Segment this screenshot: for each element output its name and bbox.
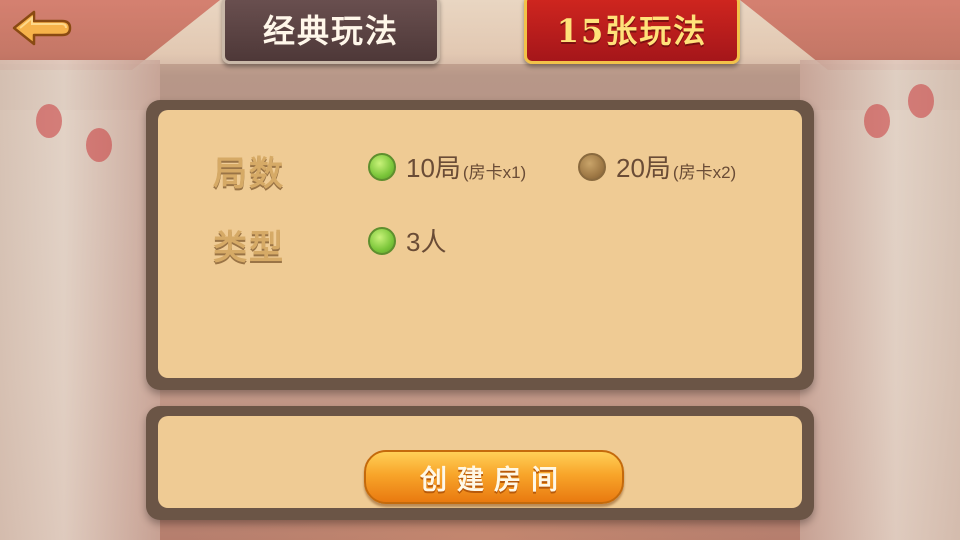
lantern-decoration [864, 104, 890, 138]
lantern-decoration [908, 84, 934, 118]
lantern-decoration [36, 104, 62, 138]
options-panel: 局数 10局 (房卡x1) 20局 (房卡x2) 类型 3人 [146, 100, 814, 390]
rounds-option-10[interactable]: 10局 (房卡x1) [368, 148, 526, 185]
type-option-3-players-label: 3人 [406, 227, 447, 257]
lantern-decoration [86, 128, 112, 162]
rounds-option-20[interactable]: 20局 (房卡x2) [578, 148, 736, 185]
tab-classic-label: 经典玩法 [262, 12, 399, 50]
back-arrow-icon [12, 10, 72, 46]
rounds-label: 局数 [213, 154, 285, 194]
rounds-option-20-label: 20局 [616, 153, 671, 183]
rounds-option-10-cost: (房卡x1) [462, 163, 527, 182]
radio-selected-icon [368, 226, 396, 255]
rounds-option-20-cost: (房卡x2) [672, 163, 737, 182]
back-button[interactable] [12, 8, 72, 48]
tab-15-cards-label: 15张玩法 [556, 12, 708, 50]
radio-unselected-icon [578, 152, 606, 181]
radio-selected-icon [368, 152, 396, 181]
rounds-option-10-label: 10局 [406, 153, 461, 183]
create-room-button[interactable]: 创建房间 [364, 450, 624, 504]
type-label: 类型 [213, 228, 285, 268]
wall-left [0, 60, 160, 540]
create-panel: 创建房间 [146, 406, 814, 520]
tab-15-cards-mode[interactable]: 15张玩法 [524, 0, 740, 64]
type-option-3-players[interactable]: 3人 [368, 222, 446, 259]
options-panel-inner: 局数 10局 (房卡x1) 20局 (房卡x2) 类型 3人 [158, 110, 802, 378]
create-panel-inner: 创建房间 [158, 416, 802, 508]
create-room-label: 创建房间 [420, 464, 568, 496]
tab-classic-mode[interactable]: 经典玩法 [222, 0, 440, 64]
